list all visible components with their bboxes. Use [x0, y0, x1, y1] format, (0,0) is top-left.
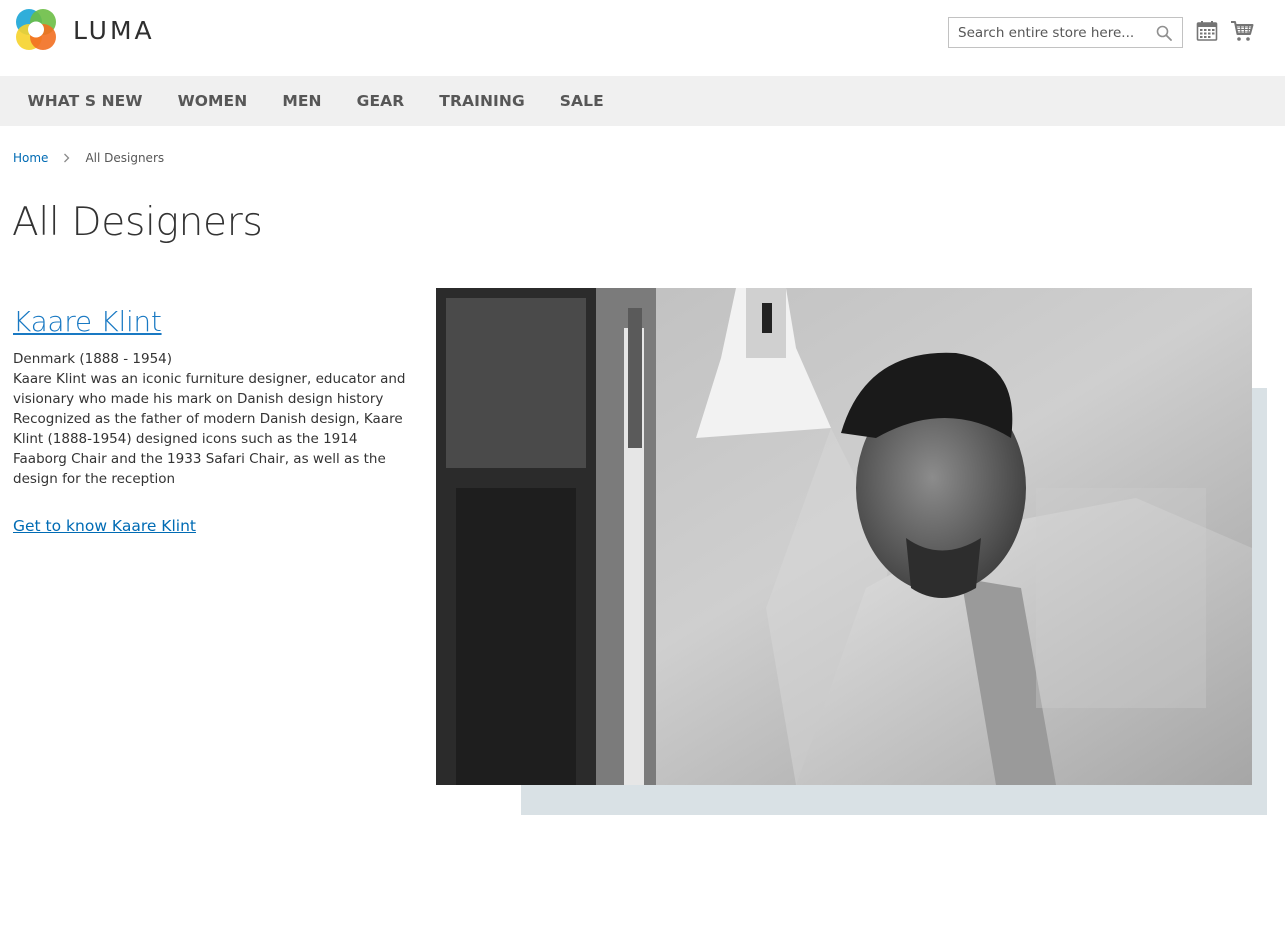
nav-item-men[interactable]: MEN [265, 76, 339, 126]
nav-item-women[interactable]: WOMEN [160, 76, 265, 126]
nav-item-whats-new[interactable]: WHAT S NEW [10, 76, 160, 126]
cart-icon[interactable] [1230, 19, 1254, 43]
luma-logo-icon [16, 9, 56, 50]
designer-profile-link[interactable]: Get to know Kaare Klint [13, 517, 196, 535]
page-title: All Designers [12, 200, 263, 245]
breadcrumb-current: All Designers [85, 151, 165, 165]
breadcrumb-home-link[interactable]: Home [13, 151, 48, 165]
store-logo[interactable]: LUMA [13, 7, 155, 53]
nav-item-sale[interactable]: SALE [542, 76, 621, 126]
designer-info: Kaare Klint Denmark (1888 - 1954) Kaare … [13, 305, 413, 535]
search-icon[interactable] [1156, 25, 1172, 41]
nav-item-training[interactable]: TRAINING [422, 76, 543, 126]
designer-photo[interactable] [436, 288, 1252, 785]
logo-text: LUMA [73, 15, 155, 45]
designer-portrait-image [436, 288, 1252, 785]
nav-item-gear[interactable]: GEAR [339, 76, 422, 126]
search-input[interactable] [949, 18, 1182, 47]
chevron-right-icon [64, 153, 70, 163]
designer-description: Kaare Klint was an iconic furniture desi… [13, 371, 406, 487]
designer-origin: Denmark (1888 - 1954) [13, 351, 173, 367]
site-header: LUMA [0, 0, 1285, 76]
breadcrumb: Home All Designers [13, 151, 164, 165]
search-box [948, 17, 1183, 48]
calendar-icon[interactable] [1196, 20, 1218, 42]
main-navigation: WHAT S NEW WOMEN MEN GEAR TRAINING SALE [0, 76, 1285, 126]
designer-name-link[interactable]: Kaare Klint [13, 305, 413, 338]
